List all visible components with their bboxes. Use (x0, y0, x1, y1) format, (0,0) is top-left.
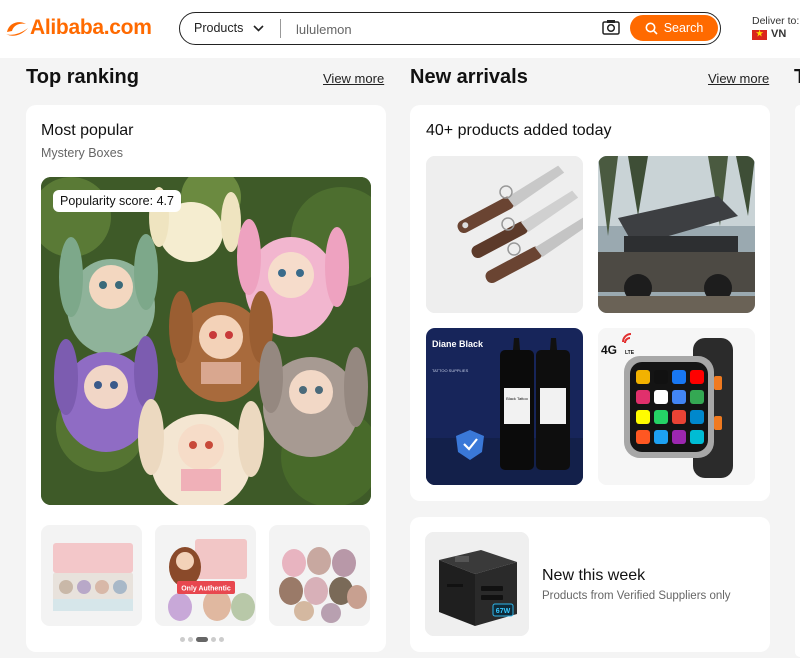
tattoo-ink-image: Diane Black TATTOO SUPPLIES Black Tattoo (426, 328, 583, 485)
product-smartwatch[interactable]: 4G LTE (598, 328, 755, 485)
carousel-pagination[interactable] (180, 637, 224, 642)
folding-knives-image (426, 156, 583, 313)
top-ranking-view-more[interactable]: View more (323, 71, 384, 86)
plush-toys-image (41, 177, 371, 505)
new-this-week-title: New this week (542, 567, 646, 584)
deliver-to[interactable]: Deliver to: VN (752, 15, 799, 41)
product-roof-tent[interactable] (598, 156, 755, 313)
popularity-score-badge: Popularity score: 4.7 (53, 190, 181, 212)
category-select[interactable]: Products (194, 21, 264, 35)
search-button[interactable]: Search (630, 15, 718, 41)
travel-adapter-image: 67W (425, 532, 529, 636)
charger-67w-label: 67W (496, 608, 511, 615)
ink-brand-text: Diane Black (432, 339, 484, 349)
pagination-dot[interactable] (211, 637, 216, 642)
keychain-plush-image: Only Authentic (155, 525, 256, 626)
camera-icon[interactable] (602, 19, 620, 35)
search-input[interactable] (296, 20, 596, 38)
popularity-value: 4.7 (156, 194, 174, 208)
deliver-country: VN (771, 28, 787, 40)
pagination-dot[interactable] (188, 637, 193, 642)
plush-group-image (269, 525, 370, 626)
alibaba-logo-icon (6, 22, 28, 36)
product-knives[interactable] (426, 156, 583, 313)
new-arrivals-view-more[interactable]: View more (708, 71, 769, 86)
mystery-boxes-subtitle: Mystery Boxes (41, 146, 123, 160)
mystery-box-set-image (41, 525, 142, 626)
products-added-title: 40+ products added today (426, 122, 612, 139)
product-tattoo-ink[interactable]: Diane Black TATTOO SUPPLIES Black Tattoo (426, 328, 583, 485)
hero-product-image[interactable]: Popularity score: 4.7 (41, 177, 371, 505)
logo-text: Alibaba.com (30, 16, 152, 39)
pagination-dot[interactable] (219, 637, 224, 642)
ink-line-text: TATTOO SUPPLIES (432, 368, 469, 373)
chevron-down-icon (253, 24, 264, 32)
pagination-dot[interactable] (180, 637, 185, 642)
product-travel-adapter[interactable]: 67W (425, 532, 529, 636)
next-section-card-edge (795, 105, 800, 657)
ink-label-text: Black Tattoo (506, 396, 528, 401)
only-authentic-sticker: Only Authentic (181, 586, 231, 593)
popularity-label: Popularity score: (60, 194, 154, 208)
thumbnail-2[interactable]: Only Authentic (155, 525, 256, 626)
search-icon (645, 22, 658, 35)
watch-lte-badge: LTE (625, 350, 635, 356)
alibaba-logo[interactable]: Alibaba.com (4, 16, 152, 40)
search-bar: Products Search (179, 12, 721, 45)
flag-vn-icon (752, 27, 767, 40)
roof-tent-truck-image (598, 156, 755, 313)
thumbnail-1[interactable] (41, 525, 142, 626)
verified-suppliers-subtitle: Products from Verified Suppliers only (542, 590, 731, 602)
pagination-dot-active[interactable] (196, 637, 208, 642)
site-header: Alibaba.com Products Search Deliver to: (0, 0, 800, 58)
next-section-title-cut: T (794, 66, 800, 89)
thumbnail-3[interactable] (269, 525, 370, 626)
watch-4g-badge: 4G (601, 343, 617, 357)
category-label: Products (194, 21, 244, 35)
smartwatch-image: 4G LTE (598, 328, 755, 485)
search-divider (280, 19, 281, 38)
new-arrivals-title: New arrivals (410, 66, 528, 88)
most-popular-title: Most popular (41, 122, 134, 139)
search-button-label: Search (663, 21, 704, 35)
top-ranking-title: Top ranking (26, 66, 139, 88)
